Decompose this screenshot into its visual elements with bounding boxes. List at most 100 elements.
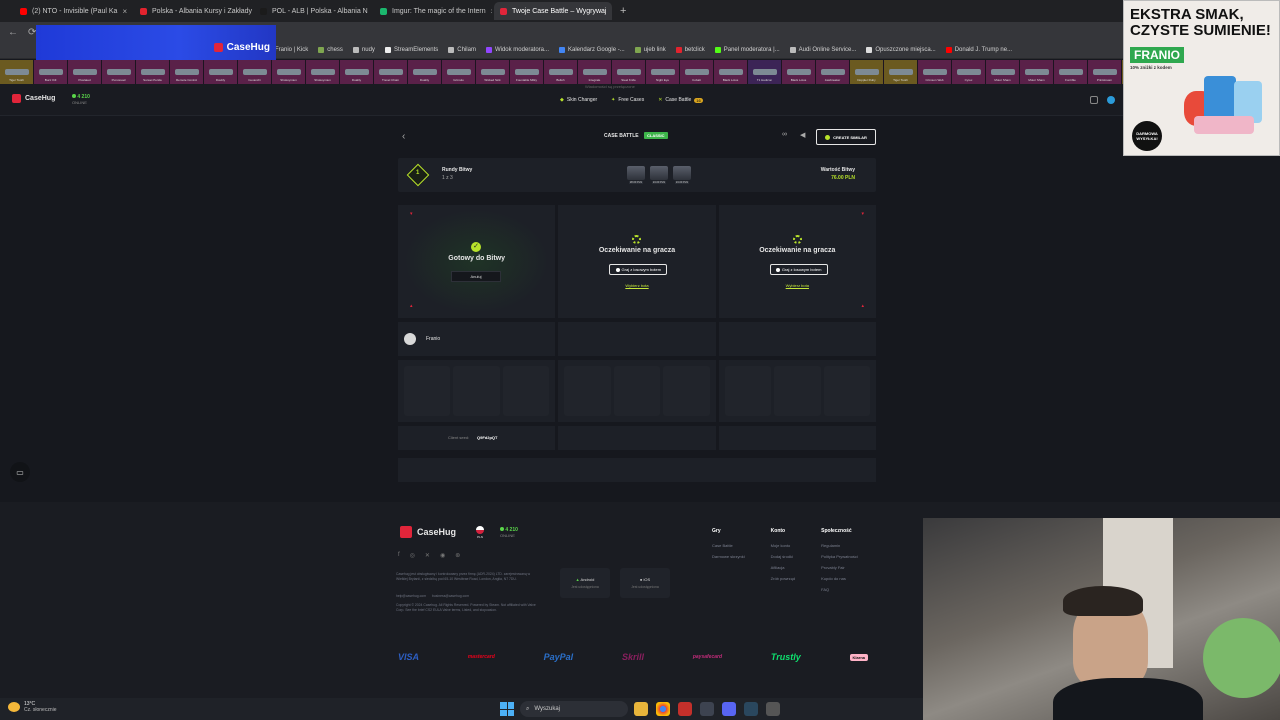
ticker-drop[interactable]: Duality xyxy=(340,60,374,84)
ticker-drop[interactable]: Shokoymien xyxy=(306,60,340,84)
ticker-drop[interactable]: T1 Hedicon xyxy=(748,60,782,84)
cancel-button[interactable]: Anuluj xyxy=(451,271,501,282)
ticker-drop[interactable]: Remote Control xyxy=(170,60,204,84)
ticker-drop[interactable]: Shokoymien xyxy=(272,60,306,84)
steam-icon[interactable]: ⊛ xyxy=(455,552,460,559)
currency-selector[interactable]: PLN xyxy=(476,526,484,539)
create-similar-button[interactable]: CREATE SIMILAR xyxy=(816,129,876,145)
ticker-drop[interactable]: Motor Sham xyxy=(1020,60,1054,84)
x-icon[interactable]: ✕ xyxy=(425,552,430,559)
ticker-drop[interactable]: Printstream xyxy=(1088,60,1122,84)
footer-link[interactable]: Moje konto xyxy=(771,540,795,551)
ios-app-button[interactable]: ● iOS Jest udostępniona xyxy=(620,568,670,598)
calculator-icon[interactable] xyxy=(766,702,780,716)
browser-tab[interactable]: Polska - Albania Kursy i Zakłady× xyxy=(134,2,252,20)
chrome-icon[interactable] xyxy=(656,702,670,716)
ticker-drop[interactable]: Doubly xyxy=(204,60,238,84)
ticker-drop[interactable]: Black Lotus xyxy=(714,60,748,84)
bookmark-item[interactable]: betclick xyxy=(675,47,705,53)
ticker-drop[interactable]: Cevanchi xyxy=(238,60,272,84)
close-tab-icon[interactable]: × xyxy=(122,7,127,16)
footer-link[interactable]: Case Battle xyxy=(712,540,745,551)
browser-tab[interactable]: (2) NTO - Invisible (Paul Ka × xyxy=(14,2,132,20)
ticker-drop[interactable]: Trevel Chain xyxy=(374,60,408,84)
choose-bot-link[interactable]: Wybierz bota xyxy=(719,283,876,288)
footer-link[interactable]: FAQ xyxy=(821,584,858,595)
ticker-drop[interactable]: Crimson Web xyxy=(918,60,952,84)
ticker-drop[interactable]: Grimulo xyxy=(442,60,476,84)
choose-bot-link[interactable]: Wybierz bota xyxy=(558,283,715,288)
back-icon[interactable]: ‹ xyxy=(402,131,405,142)
speaker-icon[interactable]: ◀ xyxy=(800,131,805,139)
ticker-drop[interactable]: Sunset Peride xyxy=(136,60,170,84)
settings-icon[interactable] xyxy=(700,702,714,716)
play-with-bot-button[interactable]: Graj z losowym botem xyxy=(769,264,828,275)
close-tab-icon[interactable]: × xyxy=(611,7,612,16)
ticker-drop[interactable]: Bulloh xyxy=(544,60,578,84)
ticker-drop[interactable]: Duality xyxy=(408,60,442,84)
sound-icon[interactable] xyxy=(1090,96,1098,104)
discord-icon[interactable]: ◉ xyxy=(440,552,445,559)
steam-app-icon[interactable] xyxy=(744,702,758,716)
ticker-drop[interactable]: Doppler Ruby xyxy=(850,60,884,84)
close-tab-icon[interactable]: × xyxy=(491,7,492,16)
ticker-drop[interactable]: Jawbreaker xyxy=(816,60,850,84)
footer-link[interactable]: Provably Fair xyxy=(821,562,858,573)
windows-start-icon[interactable] xyxy=(500,702,514,716)
bookmark-item[interactable]: Audi Online Service... xyxy=(789,47,856,53)
bookmark-item[interactable]: Widok moderatora... xyxy=(485,47,549,53)
ticker-drop[interactable]: Wicked Sick xyxy=(476,60,510,84)
discord-app-icon[interactable] xyxy=(722,702,736,716)
ticker-drop[interactable]: Cobalt xyxy=(680,60,714,84)
app-icon-red[interactable] xyxy=(678,702,692,716)
chat-icon[interactable]: ▭ xyxy=(10,462,30,482)
android-app-button[interactable]: ▲ Android Jest udostępniona xyxy=(560,568,610,598)
ticker-drop[interactable]: Fountable Milky xyxy=(510,60,544,84)
browser-tab[interactable]: Imgur: The magic of the Intern × xyxy=(374,2,492,20)
bookmark-item[interactable]: Kalendarz Google -... xyxy=(559,47,625,53)
facebook-icon[interactable]: f xyxy=(398,552,400,559)
bookmark-item[interactable]: Panel moderatora |... xyxy=(714,47,780,53)
profile-avatar[interactable] xyxy=(1107,96,1115,104)
taskbar-search[interactable]: ⌕ Wyszukaj xyxy=(520,701,628,717)
case-thumb[interactable]: 24.00 PLN xyxy=(649,166,669,184)
ticker-drop[interactable]: Bucz Kill xyxy=(34,60,68,84)
bookmark-item[interactable]: chess xyxy=(318,47,343,53)
bookmark-item[interactable]: Donald J. Trump ne... xyxy=(945,47,1012,53)
footer-link[interactable]: Dodaj środki xyxy=(771,551,795,562)
back-arrow-icon[interactable]: ← xyxy=(8,27,18,38)
bookmark-item[interactable]: StreamElements xyxy=(384,47,438,53)
nav-skin-changer[interactable]: ◆ Skin Changer xyxy=(560,97,597,103)
ticker-drop[interactable]: Tiger Tooth xyxy=(884,60,918,84)
nav-case-battle[interactable]: ✕ Case Battle 16 xyxy=(658,97,703,103)
footer-link[interactable]: Regulamin xyxy=(821,540,858,551)
weather-widget[interactable]: 13°C Cz. słonecznie xyxy=(8,701,57,713)
footer-link[interactable]: Kupdo do nas xyxy=(821,573,858,584)
nav-free-cases[interactable]: ✦ Free Cases xyxy=(611,97,644,103)
file-explorer-icon[interactable] xyxy=(634,702,648,716)
ticker-drop[interactable]: Motor Sham xyxy=(986,60,1020,84)
bookmark-item[interactable]: nudy xyxy=(352,47,375,53)
ticker-drop[interactable]: Tiger Tooth xyxy=(0,60,34,84)
bookmark-item[interactable]: Opuszczone miejsca... xyxy=(866,47,936,53)
ticker-drop[interactable]: Night Eye xyxy=(646,60,680,84)
play-with-bot-button[interactable]: Graj z losowym botem xyxy=(609,264,668,275)
case-thumb[interactable]: 28.00 PLN xyxy=(626,166,646,184)
bookmark-item[interactable]: ujeb link xyxy=(634,47,666,53)
footer-link[interactable]: Darmowe skrzynki xyxy=(712,551,745,562)
ticker-drop[interactable]: Steel Knife xyxy=(612,60,646,84)
ticker-drop[interactable]: Black Lotus xyxy=(782,60,816,84)
browser-tab[interactable]: POL - ALB | Polska - Albania N× xyxy=(254,2,372,20)
support-email[interactable]: help@casehug.com xyxy=(396,594,426,598)
bookmark-item[interactable]: Chilam xyxy=(448,47,476,53)
ticker-drop[interactable]: Pixelated xyxy=(68,60,102,84)
footer-link[interactable]: Zrób powrząd xyxy=(771,573,795,584)
site-logo[interactable]: CaseHug xyxy=(12,94,55,103)
case-thumb[interactable]: 24.00 PLN xyxy=(672,166,692,184)
ticker-drop[interactable]: Cyrex xyxy=(952,60,986,84)
share-link-icon[interactable]: ∞ xyxy=(782,131,787,138)
footer-link[interactable]: Afiliacja xyxy=(771,562,795,573)
browser-tab[interactable]: Twoje Case Battle – Wygrywaj × xyxy=(494,2,612,20)
ticker-drop[interactable]: Integrale xyxy=(578,60,612,84)
business-email[interactable]: business@casehug.com xyxy=(432,594,469,598)
